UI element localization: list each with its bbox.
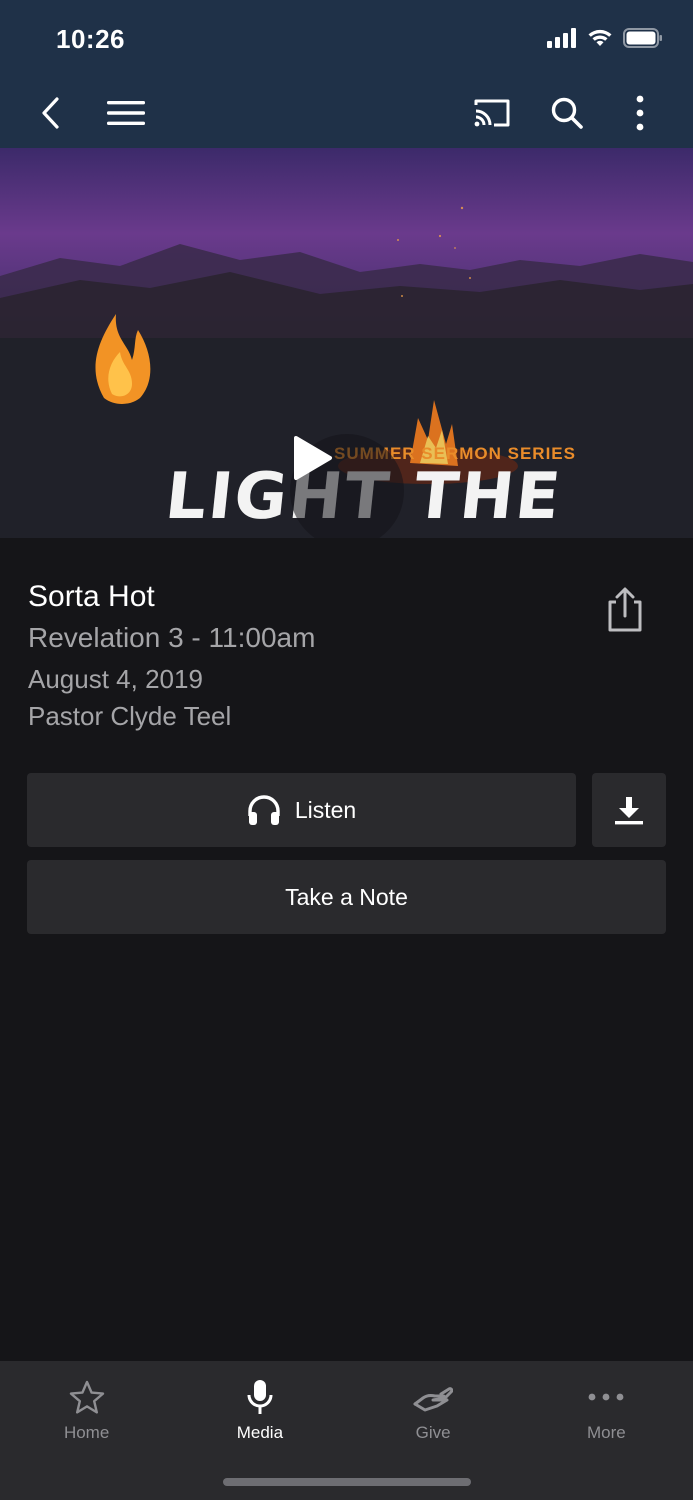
status-bar: 10:26 <box>0 0 693 78</box>
download-button[interactable] <box>592 773 666 847</box>
sermon-subtitle: Revelation 3 - 11:00am <box>28 622 316 653</box>
microphone-icon <box>240 1377 280 1417</box>
search-button[interactable] <box>544 90 590 136</box>
home-indicator[interactable] <box>223 1478 471 1486</box>
more-horizontal-icon <box>586 1377 626 1417</box>
play-button[interactable] <box>290 434 404 538</box>
giving-hand-icon <box>413 1377 454 1417</box>
more-vertical-icon <box>636 95 644 131</box>
cast-button[interactable] <box>469 90 515 136</box>
tab-media-label: Media <box>236 1423 284 1442</box>
tab-home[interactable]: Home <box>0 1361 173 1500</box>
back-button[interactable] <box>28 90 74 136</box>
share-button[interactable] <box>604 586 646 634</box>
take-note-label: Take a Note <box>285 883 408 910</box>
star-icon <box>67 1377 107 1417</box>
top-nav-bar <box>0 78 693 148</box>
battery-icon <box>623 28 662 48</box>
search-icon <box>551 97 583 129</box>
cast-icon <box>474 99 510 127</box>
menu-button[interactable] <box>103 90 149 136</box>
play-icon <box>294 436 332 480</box>
signal-icon <box>547 28 576 48</box>
headphones-icon <box>248 795 280 825</box>
series-title: LIGHT THE FIRE <box>154 460 566 538</box>
wifi-icon <box>588 29 612 46</box>
tab-more-label: More <box>587 1423 626 1442</box>
download-icon <box>615 797 643 825</box>
tab-home-label: Home <box>63 1423 110 1442</box>
sermon-artwork[interactable]: SUMMER SERMON SERIES LIGHT THE FIRE <box>0 148 693 538</box>
tab-give-label: Give <box>415 1423 451 1442</box>
menu-icon <box>107 101 145 125</box>
status-icons <box>547 28 663 48</box>
listen-button[interactable]: Listen <box>27 773 576 847</box>
status-time: 10:26 <box>56 24 125 54</box>
sermon-detail-screen: 10:26 SUMMER SERMON SERIES LIGHT THE Sor… <box>0 0 693 1500</box>
share-icon <box>608 587 642 632</box>
sermon-title: Sorta Hot <box>28 580 155 613</box>
tab-more[interactable]: More <box>520 1361 693 1500</box>
sermon-date: August 4, 2019 <box>28 664 203 694</box>
take-note-button[interactable]: Take a Note <box>27 860 666 934</box>
sermon-speaker: Pastor Clyde Teel <box>28 701 232 731</box>
more-options-button[interactable] <box>617 90 663 136</box>
back-icon <box>42 97 59 129</box>
listen-label: Listen <box>294 796 357 823</box>
